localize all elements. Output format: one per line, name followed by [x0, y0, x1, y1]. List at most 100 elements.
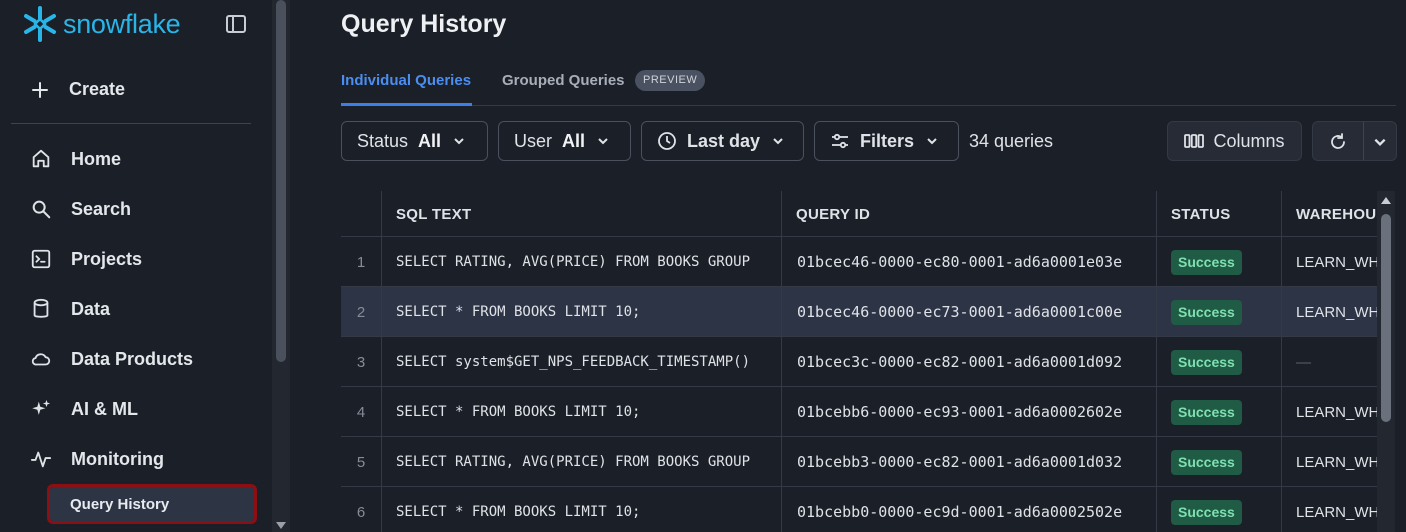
sidebar-item-label: Projects: [71, 248, 143, 269]
divider: [11, 123, 251, 124]
status-cell: Success: [1171, 437, 1271, 487]
sidebar-item-data[interactable]: Data: [30, 298, 110, 320]
chevron-down-icon[interactable]: [1373, 135, 1387, 149]
refresh-icon[interactable]: [1328, 132, 1348, 152]
refresh-control: [1312, 121, 1397, 161]
table-scrollbar-thumb[interactable]: [1381, 214, 1391, 422]
query-id-cell[interactable]: 01bcec46-0000-ec73-0001-ad6a0001c00e: [797, 287, 1167, 337]
row-number: 3: [356, 353, 366, 371]
home-icon: [30, 148, 52, 170]
sidebar-item-home[interactable]: Home: [30, 148, 121, 170]
columns-icon: [1184, 134, 1205, 148]
row-number: 1: [356, 253, 366, 271]
sidebar-subitem-query-history[interactable]: Query History: [47, 484, 257, 524]
sql-text-cell: SELECT system$GET_NPS_FEEDBACK_TIMESTAMP…: [396, 354, 751, 370]
query-id-cell[interactable]: 01bcebb3-0000-ec82-0001-ad6a0001d032: [797, 437, 1167, 487]
terminal-icon: [30, 248, 52, 270]
table-row[interactable]: 5 SELECT RATING, AVG(PRICE) FROM BOOKS G…: [341, 437, 1377, 487]
table-row[interactable]: 4 SELECT * FROM BOOKS LIMIT 10; 01bcebb6…: [341, 387, 1377, 437]
plus-icon: [32, 81, 48, 98]
columns-label: Columns: [1213, 130, 1285, 151]
pulse-icon: [30, 448, 52, 470]
status-cell: Success: [1171, 237, 1271, 287]
query-id-cell[interactable]: 01bcebb0-0000-ec9d-0001-ad6a0002502e: [797, 487, 1167, 532]
column-header-status[interactable]: STATUS: [1171, 191, 1271, 237]
collapse-sidebar-icon[interactable]: [224, 12, 248, 36]
tab-bar: Individual Queries Grouped Queries PREVI…: [341, 68, 1396, 106]
column-divider[interactable]: [1281, 191, 1282, 532]
chevron-down-icon: [773, 138, 783, 145]
status-cell: Success: [1171, 387, 1271, 437]
clock-icon: [658, 132, 676, 150]
status-filter-value: All: [418, 130, 442, 151]
warehouse-cell: LEARN_WH: [1296, 403, 1377, 421]
query-id-cell[interactable]: 01bcec46-0000-ec80-0001-ad6a0001e03e: [797, 237, 1167, 287]
snowflake-icon: [24, 6, 56, 42]
sidebar-item-data-products[interactable]: Data Products: [30, 348, 193, 370]
search-icon: [30, 198, 52, 220]
status-filter-label: Status: [357, 130, 409, 151]
query-id-cell[interactable]: 01bcebb6-0000-ec93-0001-ad6a0002602e: [797, 387, 1167, 437]
columns-button[interactable]: Columns: [1167, 121, 1302, 161]
column-header-warehouse[interactable]: WAREHOUS: [1296, 191, 1377, 237]
sidebar-item-label: Data Products: [71, 348, 194, 369]
table-row[interactable]: 6 SELECT * FROM BOOKS LIMIT 10; 01bcebb0…: [341, 487, 1377, 532]
database-icon: [30, 298, 52, 320]
warehouse-cell: LEARN_WH: [1296, 503, 1377, 521]
active-tab-indicator: [341, 103, 472, 106]
column-header-query-id[interactable]: QUERY ID: [796, 191, 1166, 237]
status-cell: Success: [1171, 337, 1271, 387]
row-number: 4: [356, 403, 366, 421]
filter-toolbar: Status All User All Last day Filters 34 …: [341, 121, 1401, 161]
divider: [1363, 122, 1364, 160]
status-badge: Success: [1171, 449, 1242, 475]
create-label: Create: [69, 79, 126, 99]
sql-text-cell: SELECT * FROM BOOKS LIMIT 10;: [396, 404, 641, 420]
sliders-icon: [832, 133, 848, 149]
sparkle-icon: [30, 398, 52, 420]
table-row[interactable]: 1 SELECT RATING, AVG(PRICE) FROM BOOKS G…: [341, 237, 1377, 287]
status-filter-dropdown[interactable]: Status All: [341, 121, 488, 161]
table-row[interactable]: 2 SELECT * FROM BOOKS LIMIT 10; 01bcec46…: [341, 287, 1377, 337]
user-filter-value: All: [562, 130, 586, 151]
brand-name: snowflake: [63, 8, 181, 39]
sidebar-item-ai-ml[interactable]: AI & ML: [30, 398, 138, 420]
status-badge: Success: [1171, 399, 1242, 425]
sidebar-item-monitoring[interactable]: Monitoring: [30, 448, 164, 470]
row-number: 2: [356, 303, 366, 321]
sidebar-item-label: AI & ML: [71, 398, 138, 419]
filters-button[interactable]: Filters: [814, 121, 959, 161]
status-cell: Success: [1171, 487, 1271, 532]
create-button[interactable]: Create: [30, 79, 125, 100]
sidebar-scrollbar-thumb[interactable]: [276, 0, 286, 362]
tab-individual-queries[interactable]: Individual Queries: [341, 72, 471, 89]
time-range-dropdown[interactable]: Last day: [641, 121, 804, 161]
sql-text-cell: SELECT * FROM BOOKS LIMIT 10;: [396, 304, 641, 320]
sql-text-cell: SELECT * FROM BOOKS LIMIT 10;: [396, 504, 641, 520]
column-divider[interactable]: [781, 191, 782, 532]
chevron-down-icon: [598, 138, 608, 145]
sidebar-item-search[interactable]: Search: [30, 198, 131, 220]
sidebar-item-projects[interactable]: Projects: [30, 248, 142, 270]
sidebar-item-label: Data: [71, 298, 111, 319]
scroll-up-arrow-icon[interactable]: [1381, 197, 1391, 204]
column-header-sql-text[interactable]: SQL TEXT: [396, 191, 776, 237]
query-count: 34 queries: [969, 131, 1054, 151]
filters-label: Filters: [860, 130, 915, 151]
sql-text-cell: SELECT RATING, AVG(PRICE) FROM BOOKS GRO…: [396, 454, 751, 470]
preview-badge: PREVIEW: [635, 70, 706, 91]
cloud-icon: [30, 348, 52, 370]
table-row[interactable]: 3 SELECT system$GET_NPS_FEEDBACK_TIMESTA…: [341, 337, 1377, 387]
sidebar-subitem-label: Query History: [70, 495, 170, 513]
sidebar: snowflake Create Home Search Projects Da…: [0, 0, 272, 532]
table-header-row: SQL TEXT QUERY ID STATUS WAREHOUS: [341, 191, 1377, 237]
chevron-down-icon: [927, 138, 937, 145]
tab-grouped-queries[interactable]: Grouped Queries: [502, 72, 625, 89]
snowflake-logo[interactable]: snowflake: [20, 4, 181, 44]
scroll-down-arrow-icon[interactable]: [276, 522, 286, 529]
column-divider[interactable]: [1156, 191, 1157, 532]
warehouse-cell: LEARN_WH: [1296, 253, 1377, 271]
query-id-cell[interactable]: 01bcec3c-0000-ec82-0001-ad6a0001d092: [797, 337, 1167, 387]
user-filter-dropdown[interactable]: User All: [498, 121, 631, 161]
chevron-down-icon: [454, 138, 464, 145]
